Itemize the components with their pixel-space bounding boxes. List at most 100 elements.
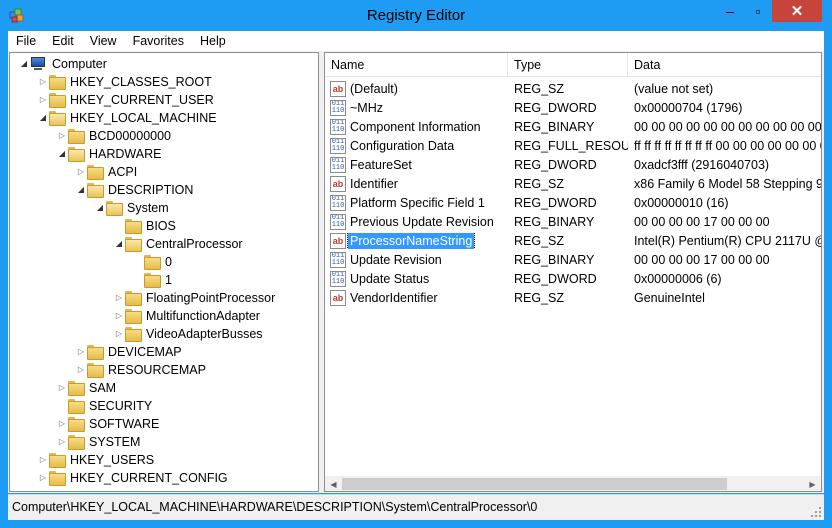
tree-item[interactable]: 0 (132, 253, 174, 271)
tree-item[interactable]: ▷ RESOURCEMAP (75, 361, 208, 379)
value-row[interactable]: 011 110 Update Revision REG_BINARY 00 00 00 … (325, 250, 821, 269)
tree-item[interactable]: ◢ HKEY_LOCAL_MACHINE (37, 109, 219, 127)
value-type: REG_BINARY (514, 214, 595, 229)
expand-arrow-icon[interactable]: ◢ (18, 55, 30, 73)
collapse-arrow-icon[interactable]: ▷ (37, 451, 49, 469)
value-row[interactable]: ab Identifier REG_SZ x86 Family 6 Model 58 … (325, 174, 821, 193)
value-row[interactable]: 011 110 Previous Update Revision REG_BINARY… (325, 212, 821, 231)
tree-item[interactable]: ▷ SOFTWARE (56, 415, 161, 433)
collapse-arrow-icon[interactable]: ▷ (37, 469, 49, 487)
value-row[interactable]: ab (Default) REG_SZ (value not set) (325, 79, 821, 98)
tree-item[interactable]: ▷ MultifunctionAdapter (113, 307, 262, 325)
folder-icon (68, 381, 85, 396)
minimize-button[interactable]: – (716, 0, 744, 22)
menu-file[interactable]: File (8, 31, 44, 51)
value-row[interactable]: 011 110 Component Information REG_BINARY 00 … (325, 117, 821, 136)
tree-item[interactable]: ▷ VideoAdapterBusses (113, 325, 265, 343)
values-list-pane[interactable]: Name Type Data ab (Default) REG_SZ (value n… (324, 52, 822, 492)
key-tree-pane[interactable]: ◢ Computer ▷ HKEY_CLASSES_ROOT ▷ HKEY_CURRENT… (9, 52, 319, 492)
status-bar: Computer\HKEY_LOCAL_MACHINE\HARDWARE\DES… (8, 494, 824, 520)
column-header-data[interactable]: Data (628, 53, 821, 77)
value-name: ~MHz (350, 100, 383, 115)
collapse-arrow-icon[interactable]: ▷ (75, 163, 87, 181)
tree-item[interactable]: ▷ BCD00000000 (56, 127, 173, 145)
value-row[interactable]: 011 110 FeatureSet REG_DWORD 0xadcf3fff (291… (325, 155, 821, 174)
tree-item[interactable]: SECURITY (56, 397, 154, 415)
value-row[interactable]: 011 110 Update Status REG_DWORD 0x00000006 (… (325, 269, 821, 288)
maximize-button[interactable]: ▫ (744, 0, 772, 22)
resize-grip-icon[interactable] (810, 506, 822, 518)
value-data: 00 00 00 00 17 00 00 00 (634, 214, 770, 229)
tree-item[interactable]: ◢ CentralProcessor (113, 235, 245, 253)
expand-arrow-icon[interactable]: ◢ (75, 181, 87, 199)
collapse-arrow-icon[interactable]: ▷ (56, 127, 68, 145)
value-row[interactable]: 011 110 Platform Specific Field 1 REG_DWORD… (325, 193, 821, 212)
collapse-arrow-icon[interactable]: ▷ (37, 73, 49, 91)
tree-item[interactable]: ▷ HKEY_CURRENT_CONFIG (37, 469, 230, 487)
folder-icon (144, 273, 161, 288)
column-header-name[interactable]: Name (325, 53, 508, 77)
title-bar[interactable]: Registry Editor – ▫ ✕ (0, 0, 832, 32)
value-type: REG_DWORD (514, 157, 597, 172)
tree-item[interactable]: ▷ DEVICEMAP (75, 343, 184, 361)
scroll-right-arrow-icon[interactable]: ▶ (804, 476, 821, 491)
value-row[interactable]: ab VendorIdentifier REG_SZ GenuineIntel (325, 288, 821, 307)
menu-favorites[interactable]: Favorites (125, 31, 192, 51)
value-name: ProcessorNameString (346, 232, 476, 249)
close-button[interactable]: ✕ (772, 0, 822, 22)
collapse-arrow-icon[interactable]: ▷ (37, 91, 49, 109)
value-type: REG_DWORD (514, 195, 597, 210)
tree-item-label: System (127, 201, 169, 215)
tree-item[interactable]: 1 (132, 271, 174, 289)
binary-value-icon: 011 110 (330, 213, 346, 230)
collapse-arrow-icon[interactable]: ▷ (113, 289, 125, 307)
tree-item-label: DESCRIPTION (108, 183, 194, 197)
collapse-arrow-icon[interactable]: ▷ (113, 325, 125, 343)
value-data: (value not set) (634, 81, 714, 96)
collapse-arrow-icon[interactable]: ▷ (56, 379, 68, 397)
tree-item[interactable]: ▷ SYSTEM (56, 433, 142, 451)
value-name: FeatureSet (350, 157, 412, 172)
tree-item[interactable]: ▷ HKEY_CURRENT_USER (37, 91, 216, 109)
menu-edit[interactable]: Edit (44, 31, 82, 51)
value-type: REG_SZ (514, 290, 565, 305)
value-type: REG_SZ (514, 233, 565, 248)
collapse-arrow-icon[interactable]: ▷ (75, 343, 87, 361)
collapse-arrow-icon[interactable]: ▷ (75, 361, 87, 379)
binary-value-icon: 011 110 (330, 99, 346, 116)
collapse-arrow-icon[interactable]: ▷ (56, 415, 68, 433)
collapse-arrow-icon[interactable]: ▷ (56, 433, 68, 451)
tree-item[interactable]: ◢ System (94, 199, 171, 217)
tree-item[interactable]: ◢ HARDWARE (56, 145, 163, 163)
expand-arrow-icon[interactable]: ◢ (37, 109, 49, 127)
binary-value-icon: 011 110 (330, 137, 346, 154)
tree-item[interactable]: BIOS (113, 217, 178, 235)
tree-item[interactable]: ◢ Computer (18, 55, 109, 73)
tree-item-label: SYSTEM (89, 435, 141, 449)
status-path: Computer\HKEY_LOCAL_MACHINE\HARDWARE\DES… (12, 500, 538, 514)
tree-item[interactable]: ▷ FloatingPointProcessor (113, 289, 277, 307)
value-row[interactable]: 011 110 ~MHz REG_DWORD 0x00000704 (1796) (325, 98, 821, 117)
expand-arrow-icon[interactable]: ◢ (113, 235, 125, 253)
expand-arrow-icon[interactable]: ◢ (56, 145, 68, 163)
collapse-arrow-icon[interactable]: ▷ (113, 307, 125, 325)
folder-icon (144, 255, 161, 270)
column-header-type[interactable]: Type (508, 53, 628, 77)
tree-item[interactable]: ▷ HKEY_CLASSES_ROOT (37, 73, 214, 91)
menu-view[interactable]: View (82, 31, 125, 51)
horizontal-scrollbar[interactable]: ◀ ▶ (325, 476, 821, 491)
tree-item-label: SECURITY (89, 399, 153, 413)
tree-item[interactable]: ◢ DESCRIPTION (75, 181, 195, 199)
value-type: REG_BINARY (514, 252, 595, 267)
tree-item[interactable]: ▷ ACPI (75, 163, 139, 181)
value-row[interactable]: 011 110 Configuration Data REG_FULL_RESOU..… (325, 136, 821, 155)
value-row[interactable]: ab ProcessorNameString REG_SZ Intel(R) Pent… (325, 231, 821, 250)
value-name: (Default) (350, 81, 398, 96)
expand-arrow-icon[interactable]: ◢ (94, 199, 106, 217)
tree-item[interactable]: ▷ SAM (56, 379, 118, 397)
scroll-left-arrow-icon[interactable]: ◀ (325, 476, 342, 491)
menu-help[interactable]: Help (192, 31, 234, 51)
value-name: Previous Update Revision (350, 214, 494, 229)
scrollbar-thumb[interactable] (342, 478, 727, 490)
tree-item[interactable]: ▷ HKEY_USERS (37, 451, 156, 469)
